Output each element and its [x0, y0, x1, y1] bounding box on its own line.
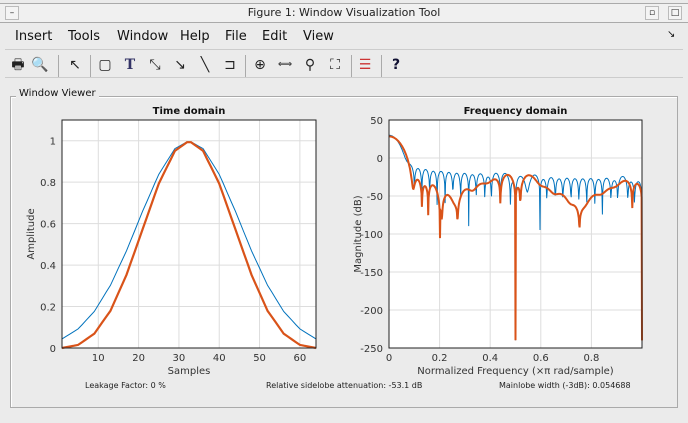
x-tick-label: 10	[92, 353, 105, 364]
x-tick-label: 0.4	[482, 353, 498, 364]
x-tick-label: 0	[386, 353, 392, 364]
y-tick-label: -200	[360, 306, 383, 317]
chart-title: Time domain	[153, 106, 226, 117]
plot-area	[62, 120, 316, 348]
x-tick-label: 0.8	[583, 353, 599, 364]
x-axis-label: Normalized Frequency (×π rad/sample)	[417, 366, 614, 377]
y-tick-label: 0.6	[40, 220, 56, 231]
x-tick-label: 40	[213, 353, 226, 364]
y-axis-label: Amplitude	[26, 208, 37, 259]
x-tick-label: 0.2	[432, 353, 448, 364]
y-tick-label: 0.2	[40, 303, 56, 314]
y-tick-label: 1	[50, 137, 56, 148]
x-tick-label: 60	[294, 353, 307, 364]
leakage-factor: Leakage Factor: 0 %	[85, 381, 166, 390]
y-tick-label: 0	[377, 154, 383, 165]
x-tick-label: 50	[253, 353, 266, 364]
x-tick-label: 0.6	[533, 353, 549, 364]
y-tick-label: 0	[50, 344, 56, 355]
sidelobe-attenuation: Relative sidelobe attenuation: -53.1 dB	[266, 381, 423, 390]
y-tick-label: 0.8	[40, 178, 56, 189]
y-tick-label: 50	[370, 116, 383, 127]
y-axis-label: Magnitude (dB)	[353, 195, 364, 272]
y-tick-label: -50	[367, 192, 383, 203]
y-tick-label: -250	[360, 344, 383, 355]
x-axis-label: Samples	[168, 366, 211, 377]
y-tick-label: 0.4	[40, 261, 56, 272]
x-tick-label: 30	[173, 353, 186, 364]
mainlobe-width: Mainlobe width (-3dB): 0.054688	[499, 381, 631, 390]
x-tick-label: 20	[132, 353, 145, 364]
plots: 10 20 30 40 50 60 0 0.2 0.4 0.6 0.8 1 Time domain Sam…	[26, 106, 643, 377]
chart-title: Frequency domain	[464, 106, 568, 117]
